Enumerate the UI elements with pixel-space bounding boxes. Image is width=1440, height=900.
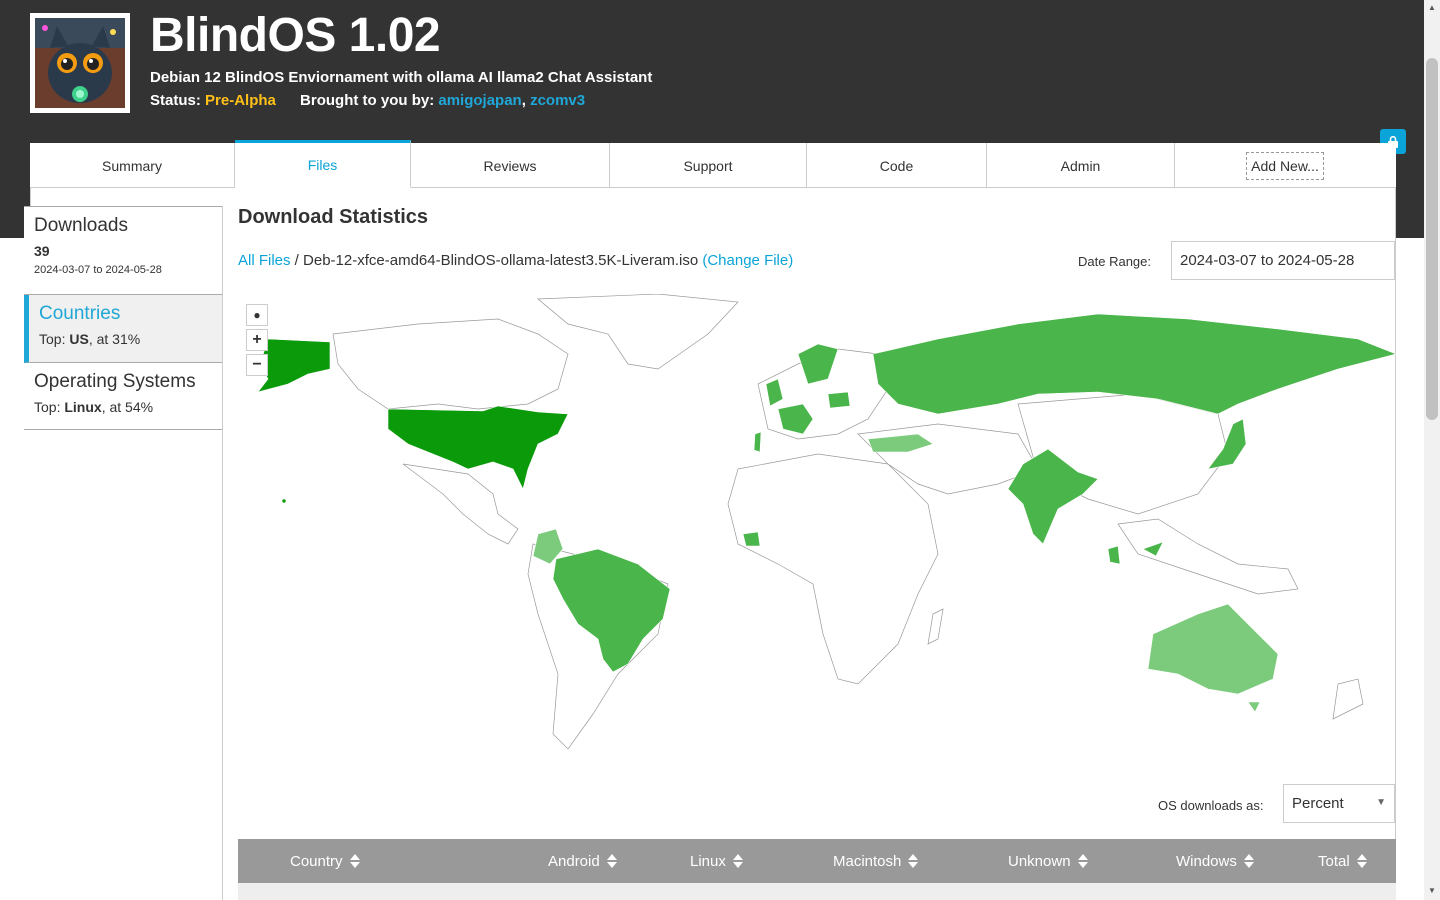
file-name: Deb-12-xfce-amd64-BlindOS-ollama-latest3… [303,252,699,269]
sort-icon [1243,854,1254,868]
tab-summary[interactable]: Summary [30,143,235,188]
os-title: Operating Systems [34,371,196,392]
all-files-link[interactable]: All Files [238,252,291,269]
date-range-input[interactable]: 2024-03-07 to 2024-05-28 [1171,241,1395,280]
column-label: Windows [1176,852,1237,870]
sidebar-item-downloads[interactable]: Downloads 39 2024-03-07 to 2024-05-28 [24,206,222,295]
downloads-range: 2024-03-07 to 2024-05-28 [34,264,162,276]
date-range-label: Date Range: [1078,254,1151,269]
file-breadcrumb: All Files / Deb-12-xfce-amd64-BlindOS-ol… [238,252,793,269]
os-downloads-select[interactable]: Percent ▼ [1283,784,1395,823]
downloads-count: 39 [34,243,50,259]
sidebar-item-operating-systems[interactable]: Operating Systems Top: Linux, at 54% [24,363,222,430]
change-file-link[interactable]: (Change File) [702,252,793,269]
column-label: Macintosh [833,852,902,870]
project-subtitle: Debian 12 BlindOS Enviornament with olla… [150,69,653,86]
author-separator: , [521,92,526,109]
tab-files[interactable]: Files [235,140,411,188]
project-status-line: Status: Pre-Alpha Brought to you by: ami… [150,92,585,109]
os-top-value: Linux [64,399,102,415]
os-top-suffix: , at 54% [101,399,154,415]
map-liberia [742,531,761,547]
sort-icon [732,854,743,868]
column-header-linux[interactable]: Linux [690,853,744,870]
scroll-down-icon[interactable]: ▼ [1428,886,1436,895]
countries-top: Top: US, at 31% [39,331,212,347]
countries-top-label: Top: [39,331,66,347]
table-row [238,883,1396,900]
status-label: Status: [150,92,201,109]
sort-icon [606,854,617,868]
column-label: Country [290,852,343,870]
status-badge: Pre-Alpha [205,92,276,109]
page-title: Download Statistics [238,206,429,228]
map-greenland [537,294,739,370]
tab-support[interactable]: Support [610,143,807,188]
tab-reviews[interactable]: Reviews [411,143,610,188]
column-header-macintosh[interactable]: Macintosh [833,853,919,870]
add-new-button[interactable]: Add New... [1246,151,1324,180]
tab-code[interactable]: Code [807,143,987,188]
scrollbar-thumb[interactable] [1426,58,1438,420]
map-portugal [753,431,762,453]
map-reset-button[interactable]: ● [246,304,268,326]
stats-sidebar: Downloads 39 2024-03-07 to 2024-05-28 Co… [24,206,223,900]
scroll-up-icon[interactable]: ▲ [1428,3,1436,12]
map-canada [332,318,569,410]
os-downloads-value: Percent [1292,795,1344,812]
map-tasmania [1247,701,1261,713]
map-new-zealand [1332,678,1364,720]
os-downloads-label: OS downloads as: [1158,798,1264,813]
map-mexico [402,463,519,545]
column-header-country[interactable]: Country [290,853,361,870]
map-hawaii [281,498,287,504]
map-zoom-in-button[interactable]: + [246,329,268,351]
table-header: Country Android Linux Macintosh Unknown … [238,839,1396,883]
column-label: Unknown [1008,852,1071,870]
column-label: Linux [690,852,726,870]
column-label: Total [1318,852,1350,870]
breadcrumb-separator: / [290,252,304,269]
map-controls: ● + − [246,304,268,379]
tab-add-new-wrapper: Add New... [1175,143,1395,188]
column-label: Android [548,852,600,870]
countries-top-suffix: , at 31% [88,331,141,347]
world-map[interactable] [238,294,1396,754]
tab-admin[interactable]: Admin [987,143,1175,188]
author-link-zcomv3[interactable]: zcomv3 [530,92,585,109]
sort-icon [1077,854,1088,868]
column-header-unknown[interactable]: Unknown [1008,853,1089,870]
map-poland [827,391,851,409]
map-zoom-out-button[interactable]: − [246,354,268,376]
map-australia [1147,603,1279,695]
map-alaska [257,338,331,393]
project-logo[interactable] [30,13,130,113]
column-header-android[interactable]: Android [548,853,618,870]
page-scrollbar[interactable]: ▲ ▼ [1424,0,1440,900]
countries-title: Countries [39,303,121,324]
map-usa [387,405,569,490]
column-header-windows[interactable]: Windows [1176,853,1255,870]
column-header-total[interactable]: Total [1318,853,1368,870]
countries-top-value: US [69,331,89,347]
project-title: BlindOS 1.02 [150,9,441,62]
sort-icon [349,854,360,868]
sort-icon [1356,854,1367,868]
project-tabs: Summary Files Reviews Support Code Admin… [30,140,1396,188]
os-top: Top: Linux, at 54% [34,399,212,415]
map-africa [727,453,939,685]
sort-icon [908,854,919,868]
chevron-down-icon: ▼ [1376,797,1386,808]
os-top-label: Top: [34,399,61,415]
author-link-amigojapan[interactable]: amigojapan [438,92,521,109]
sidebar-item-countries[interactable]: Countries Top: US, at 31% [24,295,222,363]
brought-label: Brought to you by: [300,92,435,109]
downloads-title: Downloads [34,215,128,236]
map-madagascar [927,608,944,645]
main-stats: Download Statistics All Files / Deb-12-x… [238,206,1396,900]
map-se-asia [1117,518,1299,595]
